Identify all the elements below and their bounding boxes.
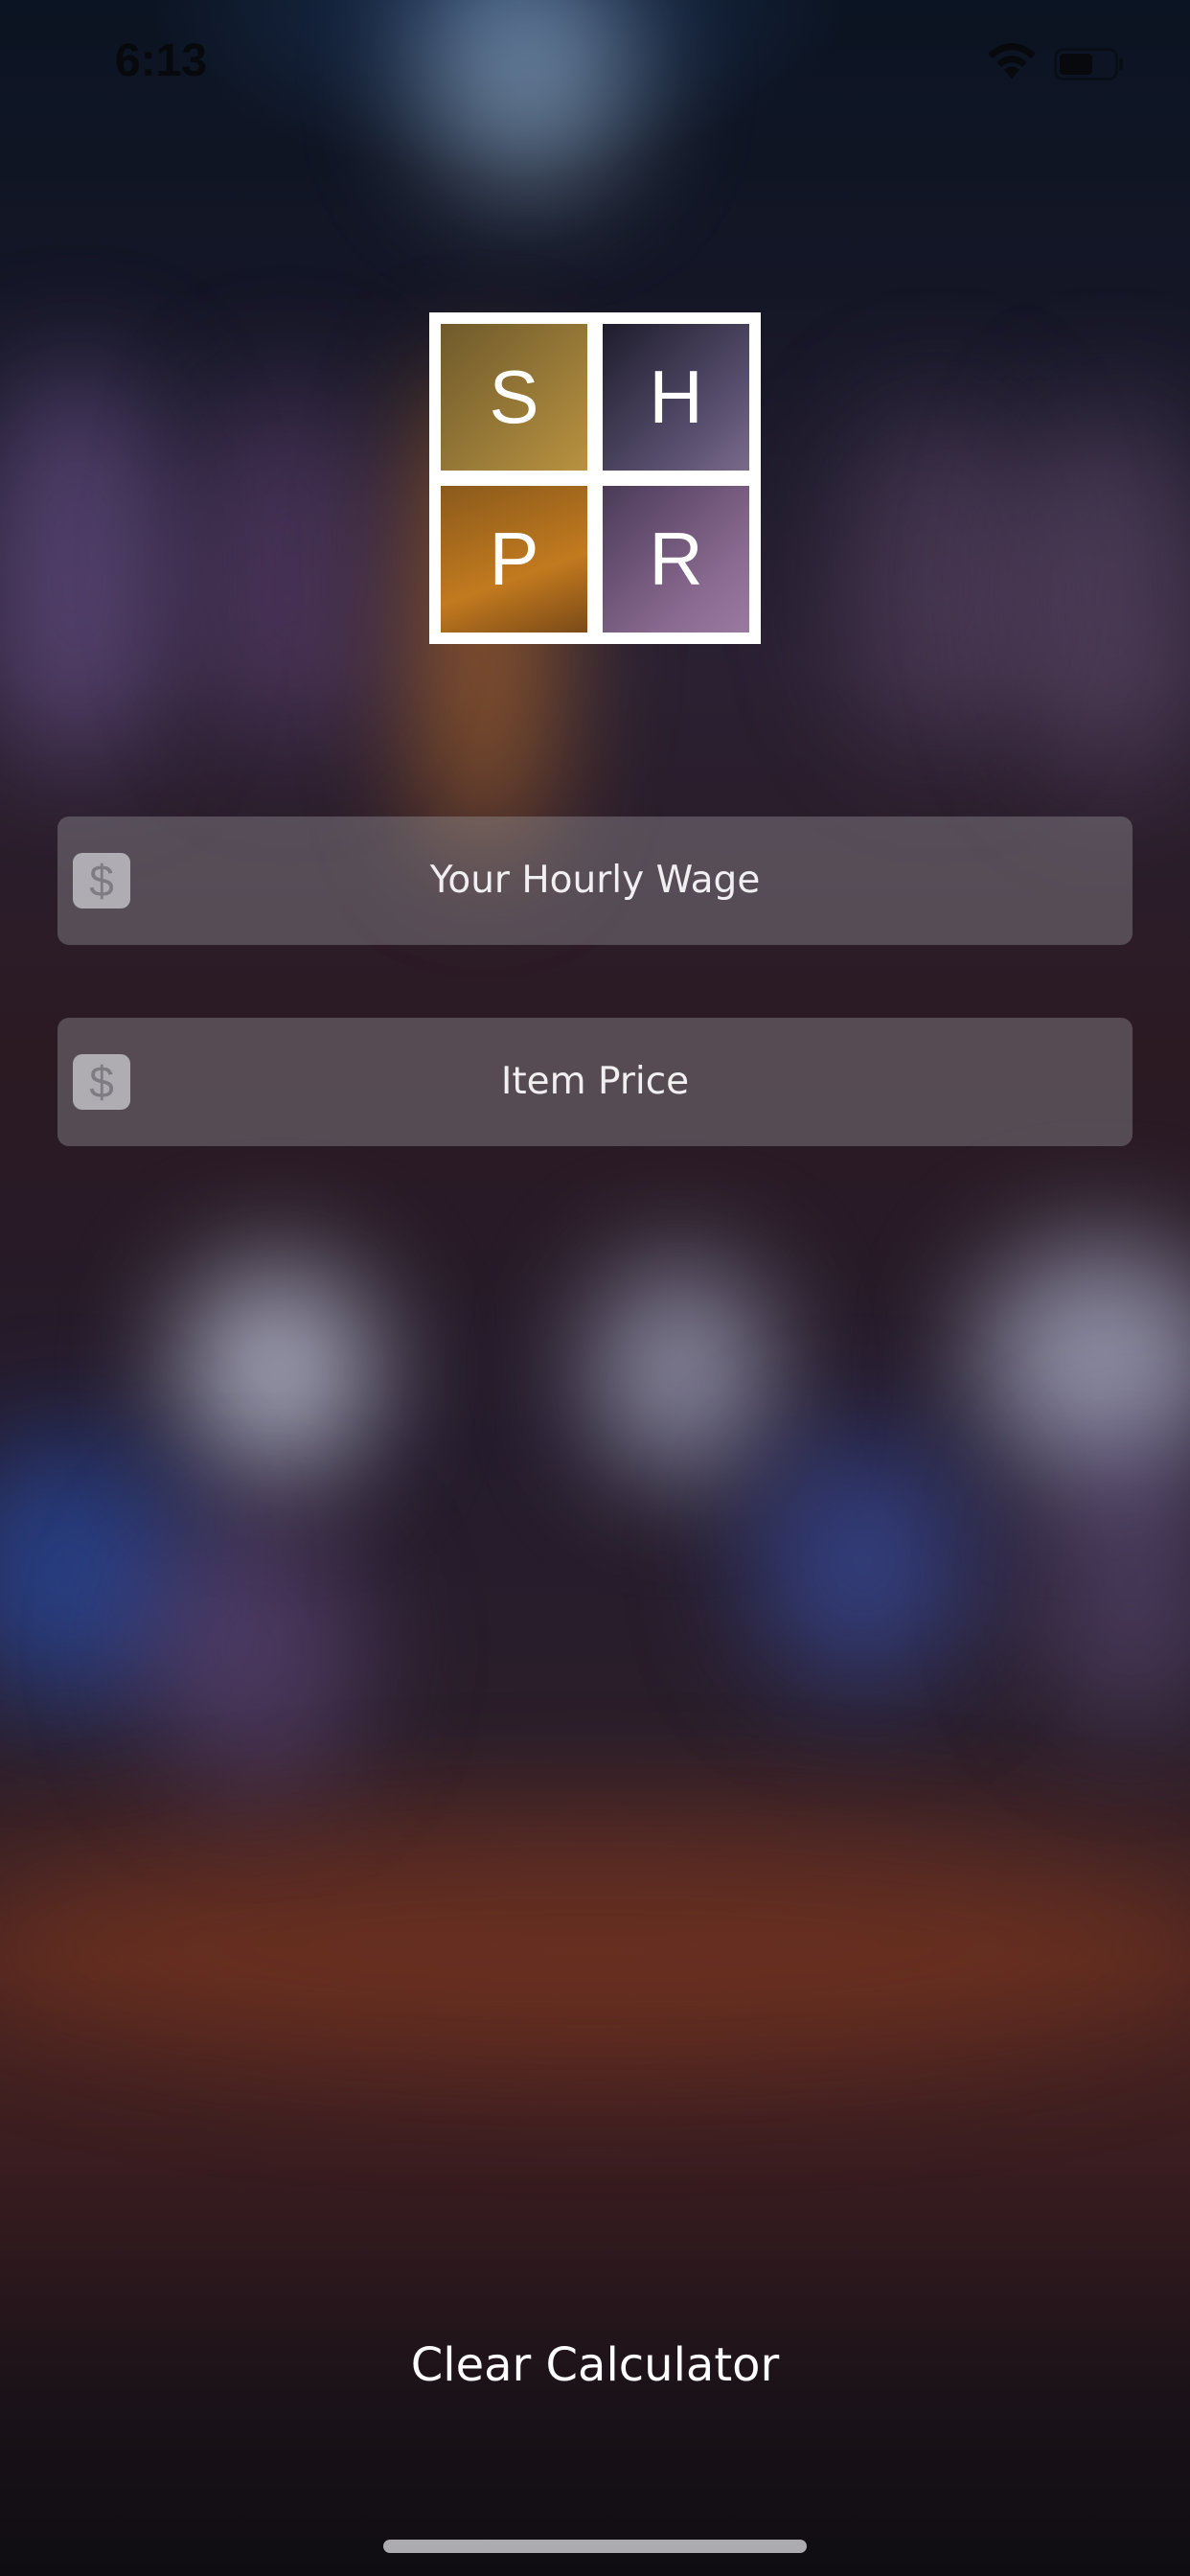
hourly-wage-placeholder: Your Hourly Wage [429, 859, 761, 902]
home-indicator[interactable] [383, 2540, 807, 2553]
item-price-placeholder: Item Price [500, 1060, 690, 1103]
status-bar: 6:13 [0, 0, 1190, 125]
logo-letter-h: H [603, 324, 749, 471]
battery-icon [1054, 48, 1123, 80]
shpr-logo: S H P R [429, 312, 761, 644]
logo-letter-r: R [603, 486, 749, 632]
logo-letter-s: S [441, 324, 587, 471]
clear-calculator-button[interactable]: Clear Calculator [0, 2338, 1190, 2392]
logo-letter-p: P [441, 486, 587, 632]
status-time: 6:13 [115, 35, 208, 86]
item-price-input[interactable]: $ Item Price [57, 1018, 1133, 1146]
wifi-icon [988, 43, 1036, 79]
hourly-wage-input[interactable]: $ Your Hourly Wage [57, 816, 1133, 945]
